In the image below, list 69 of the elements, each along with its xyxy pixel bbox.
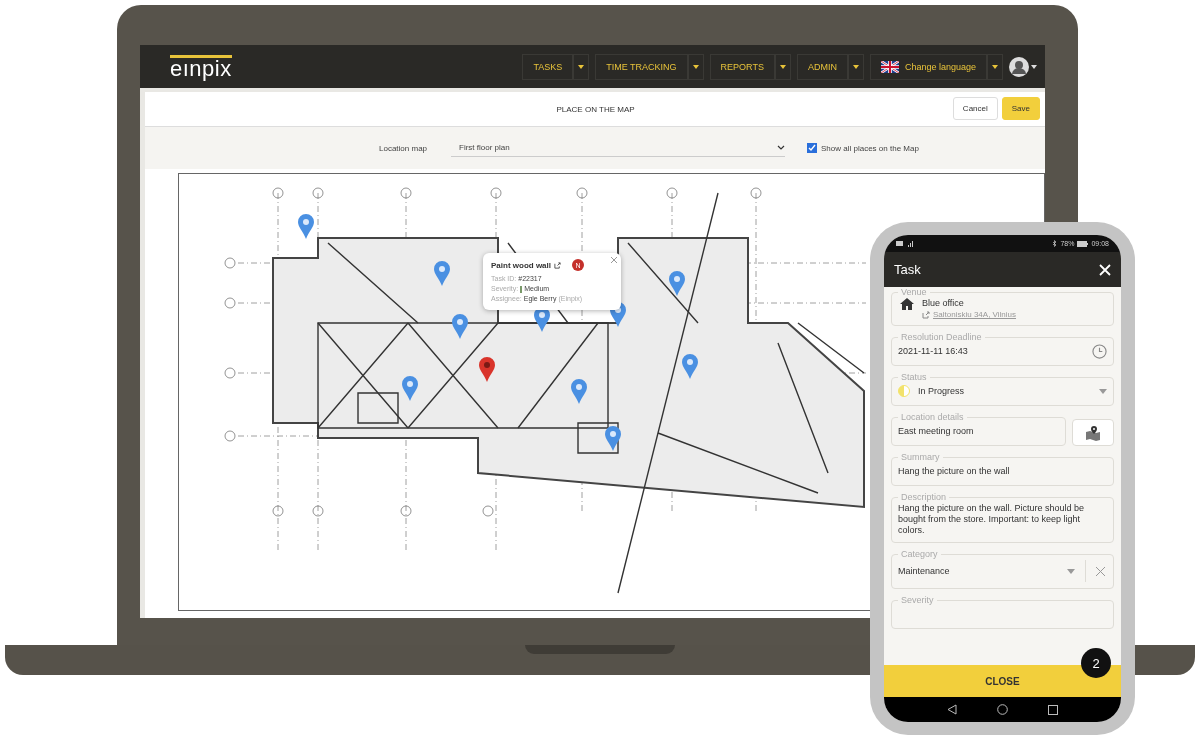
chevron-icon [777, 145, 786, 150]
field-value: Hang the picture on the wall. Picture should be bought from the store. Important: to keep light colors. [898, 503, 1086, 536]
field-value: Maintenance [898, 565, 951, 577]
recents-icon[interactable] [1048, 704, 1058, 715]
form-field[interactable]: Summary Hang the picture on the wall [891, 452, 1114, 486]
field-label: Status [900, 372, 928, 382]
nav-dropdown-button[interactable] [573, 53, 590, 80]
screen-title: Task [894, 262, 921, 277]
checkbox-label: Show all places on the Map [821, 143, 919, 153]
field-label: Location map [379, 143, 428, 153]
field-label: Severity [900, 595, 935, 605]
caret-icon [692, 64, 699, 69]
caret-icon [992, 64, 998, 69]
form-field[interactable]: Description Hang the picture on the wall. Picture should be bought from the store. Important: to keep light colors. [891, 492, 1114, 543]
logo: eınpix [170, 54, 232, 79]
form-field[interactable]: Resolution Deadline 2021-11-11 16:43 [891, 332, 1114, 366]
nav-menu-button[interactable]: TASKS [522, 53, 574, 80]
chat-badge[interactable]: 2 [1081, 648, 1111, 678]
map-button[interactable] [1072, 419, 1114, 446]
dropdown-arrow-icon [1067, 568, 1075, 574]
caret-icon [852, 64, 859, 69]
nav-menu-button[interactable]: TIME TRACKING [595, 53, 688, 80]
field-value: Hang the picture on the wall [898, 465, 1010, 477]
field-label: Resolution Deadline [900, 332, 983, 342]
form-field[interactable]: Venue Blue office Saltoniskiu 34A, Vilnius [891, 287, 1114, 326]
user-menu-button[interactable] [1009, 56, 1037, 77]
page-title: PLACE ON THE MAP [556, 104, 635, 114]
form-field[interactable]: Location details East meeting room [891, 412, 1066, 446]
external-link-icon[interactable] [554, 261, 561, 269]
home-icon[interactable] [997, 704, 1008, 715]
battery-icon [1077, 240, 1089, 247]
location-map-select[interactable]: First floor plan [451, 139, 786, 157]
flag-icon [880, 60, 899, 73]
cancel-button[interactable]: Cancel [952, 97, 998, 120]
signal-icon [896, 240, 916, 247]
field-value: 2021-11-11 16:43 [898, 345, 968, 357]
house-icon [900, 298, 914, 310]
caret-icon [1031, 64, 1037, 69]
language-dropdown-button[interactable] [987, 53, 1003, 80]
external-link-icon [922, 310, 930, 319]
map-pin-icon[interactable] [669, 271, 685, 296]
bluetooth-icon [1052, 240, 1058, 247]
map-icon [1085, 424, 1101, 441]
field-value: East meeting room [898, 425, 974, 437]
caret-icon [578, 64, 585, 69]
severity-bar-icon [520, 285, 523, 293]
caret-icon [779, 64, 786, 69]
popup-title: Paint wood wall [491, 260, 551, 270]
dropdown-arrow-icon [1099, 388, 1107, 394]
half-circle-icon [898, 385, 910, 397]
form-field[interactable]: Category Maintenance [891, 549, 1114, 589]
nav-menu-button[interactable]: REPORTS [709, 53, 775, 80]
clock-icon[interactable] [1092, 343, 1107, 359]
field-label: Description [900, 492, 948, 502]
checkbox[interactable] [807, 143, 818, 153]
form-field[interactable]: Status In Progress [891, 372, 1114, 406]
back-icon[interactable] [947, 704, 957, 715]
selected-map-pin-icon[interactable] [479, 357, 495, 382]
language-button[interactable]: Change language [869, 53, 987, 80]
avatar-icon [1009, 56, 1029, 77]
field-label: Venue [900, 287, 928, 297]
nav-menu-button[interactable]: ADMIN [796, 53, 848, 80]
field-label: Summary [900, 452, 941, 462]
field-value: In Progress [918, 385, 965, 397]
field-label: Location details [900, 412, 965, 422]
venue-name: Blue office [922, 298, 965, 308]
field-label: Category [900, 549, 939, 559]
clear-icon[interactable] [1096, 566, 1105, 576]
save-button[interactable]: Save [1001, 97, 1040, 120]
